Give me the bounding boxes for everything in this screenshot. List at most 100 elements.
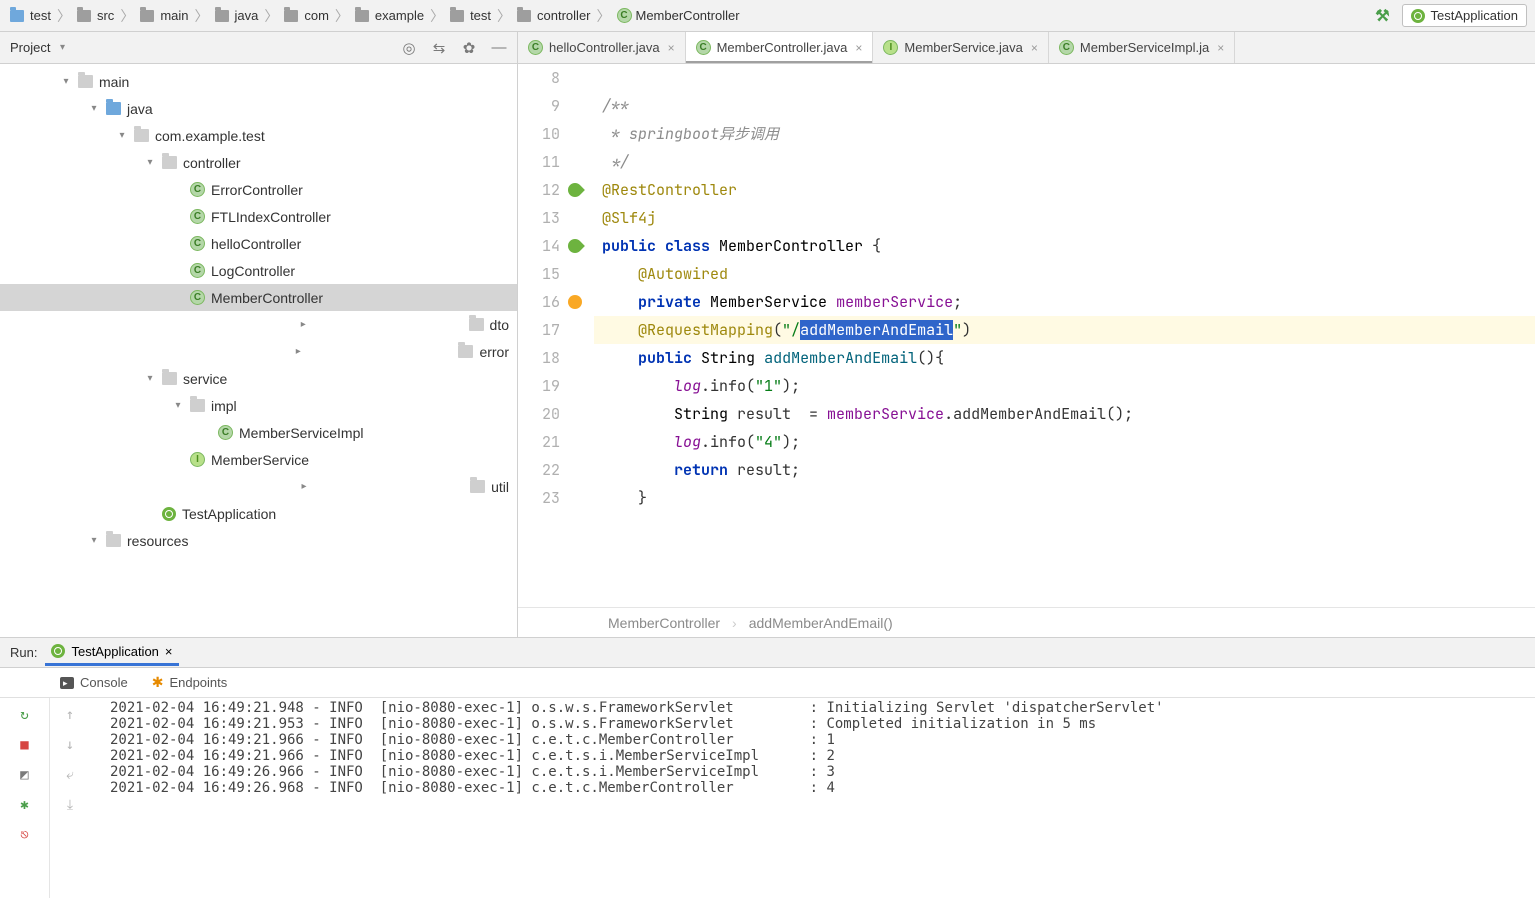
chevron-icon[interactable] bbox=[144, 481, 464, 493]
chevron-icon[interactable] bbox=[88, 535, 100, 547]
breadcrumb-item[interactable]: controller bbox=[515, 8, 592, 23]
editor-tab[interactable]: CMemberController.java× bbox=[686, 32, 874, 63]
tree-item[interactable]: CMemberController bbox=[0, 284, 517, 311]
chevron-icon[interactable] bbox=[200, 427, 212, 439]
tree-item[interactable]: resources bbox=[0, 527, 517, 554]
expand-icon[interactable]: ⇆ bbox=[431, 40, 447, 56]
close-icon[interactable]: × bbox=[855, 41, 862, 55]
chevron-icon[interactable] bbox=[172, 184, 184, 196]
breadcrumb-item[interactable]: test bbox=[448, 8, 493, 23]
tree-item[interactable]: IMemberService bbox=[0, 446, 517, 473]
fld-gray-icon bbox=[134, 129, 149, 142]
editor-tab[interactable]: CMemberServiceImpl.ja× bbox=[1049, 32, 1235, 63]
tree-item[interactable]: TestApplication bbox=[0, 500, 517, 527]
down-icon[interactable]: ↓ bbox=[61, 736, 79, 754]
run-tab-testapplication[interactable]: TestApplication × bbox=[45, 640, 178, 666]
tree-item[interactable]: CFTLIndexController bbox=[0, 203, 517, 230]
hide-icon[interactable]: — bbox=[491, 40, 507, 56]
close-icon[interactable]: × bbox=[668, 41, 675, 55]
code-area[interactable]: /** * springboot异步调用 */@RestController@S… bbox=[594, 64, 1535, 607]
close-icon[interactable]: × bbox=[165, 644, 173, 659]
wrap-icon[interactable]: ⤶ bbox=[61, 766, 79, 784]
breadcrumb-item[interactable]: src bbox=[75, 8, 116, 23]
crumb-method[interactable]: addMemberAndEmail() bbox=[749, 615, 893, 631]
build-icon[interactable]: ⚒ bbox=[1375, 6, 1389, 26]
tree-item[interactable]: ChelloController bbox=[0, 230, 517, 257]
locate-icon[interactable]: ◎ bbox=[401, 40, 417, 56]
exit-icon[interactable]: ⎋ bbox=[16, 826, 34, 844]
close-icon[interactable]: × bbox=[1217, 41, 1224, 55]
spring-bean-icon[interactable] bbox=[565, 236, 585, 256]
spring-bean-icon[interactable] bbox=[565, 180, 585, 200]
editor-tab[interactable]: IMemberService.java× bbox=[873, 32, 1049, 63]
intention-bulb-icon[interactable] bbox=[568, 295, 582, 309]
editor-tab[interactable]: ChelloController.java× bbox=[518, 32, 686, 63]
spring-icon bbox=[51, 644, 65, 658]
crumb-class[interactable]: MemberController bbox=[608, 615, 720, 631]
close-icon[interactable]: × bbox=[1031, 41, 1038, 55]
tree-item[interactable]: CErrorController bbox=[0, 176, 517, 203]
chevron-icon[interactable] bbox=[144, 373, 156, 385]
scroll-icon[interactable]: ⤓ bbox=[61, 796, 79, 814]
tree-item[interactable]: CMemberServiceImpl bbox=[0, 419, 517, 446]
chevron-icon[interactable] bbox=[172, 265, 184, 277]
breadcrumb-item[interactable]: main bbox=[138, 8, 190, 23]
chevron-icon[interactable] bbox=[116, 130, 128, 142]
chevron-icon[interactable] bbox=[144, 157, 156, 169]
class-icon: C bbox=[190, 209, 205, 224]
console-side-buttons: ↑ ↓ ⤶ ⤓ bbox=[50, 698, 90, 898]
chevron-icon[interactable] bbox=[88, 103, 100, 115]
editor-area: ChelloController.java×CMemberController.… bbox=[518, 32, 1535, 637]
tree-item[interactable]: com.example.test bbox=[0, 122, 517, 149]
console-output[interactable]: 2021-02-04 16:49:21.948 - INFO [nio-8080… bbox=[90, 698, 1535, 898]
rerun-icon[interactable]: ↻ bbox=[16, 706, 34, 724]
chevron-icon[interactable] bbox=[60, 76, 72, 88]
tree-item[interactable]: main bbox=[0, 68, 517, 95]
run-tool-window: Run: TestApplication × ▸ Console ✱ Endpo… bbox=[0, 638, 1535, 898]
chevron-icon[interactable] bbox=[144, 319, 463, 331]
tree-item[interactable]: util bbox=[0, 473, 517, 500]
tree-item[interactable]: java bbox=[0, 95, 517, 122]
run-config-selector[interactable]: TestApplication bbox=[1402, 4, 1527, 27]
tree-item[interactable]: service bbox=[0, 365, 517, 392]
fld-res-icon bbox=[106, 534, 121, 547]
endpoints-tab[interactable]: ✱ Endpoints bbox=[152, 674, 228, 691]
gutter-icons bbox=[568, 64, 594, 607]
tree-item[interactable]: error bbox=[0, 338, 517, 365]
tree-item[interactable]: impl bbox=[0, 392, 517, 419]
fld-gray-icon bbox=[162, 156, 177, 169]
up-icon[interactable]: ↑ bbox=[61, 706, 79, 724]
tree-item[interactable]: controller bbox=[0, 149, 517, 176]
class-icon: C bbox=[190, 290, 205, 305]
code-editor[interactable]: 891011121314151617181920212223 /** * spr… bbox=[518, 64, 1535, 607]
console-tab[interactable]: ▸ Console bbox=[60, 675, 128, 690]
project-header: Project ◎ ⇆ ✿ — bbox=[0, 32, 517, 64]
project-dropdown-icon[interactable] bbox=[56, 42, 68, 54]
chevron-icon[interactable] bbox=[172, 238, 184, 250]
debug-icon[interactable]: ✱ bbox=[16, 796, 34, 814]
project-tool-window: Project ◎ ⇆ ✿ — mainjavacom.example.test… bbox=[0, 32, 518, 637]
fld-gray-icon bbox=[458, 345, 473, 358]
chevron-icon[interactable] bbox=[144, 346, 452, 358]
breadcrumb-item[interactable]: CMemberController bbox=[615, 8, 742, 23]
tree-item[interactable]: CLogController bbox=[0, 257, 517, 284]
breadcrumb-item[interactable]: com bbox=[282, 8, 331, 23]
breadcrumb-item[interactable]: java bbox=[213, 8, 261, 23]
breadcrumb-item[interactable]: test bbox=[8, 8, 53, 23]
fld-gray-icon bbox=[190, 399, 205, 412]
tree-item[interactable]: dto bbox=[0, 311, 517, 338]
breadcrumb-item[interactable]: example bbox=[353, 8, 426, 23]
class-icon: C bbox=[190, 263, 205, 278]
run-label: Run: bbox=[10, 645, 37, 660]
fld-gray-icon bbox=[78, 75, 93, 88]
dump-icon[interactable]: ◩ bbox=[16, 766, 34, 784]
chevron-icon[interactable] bbox=[172, 400, 184, 412]
project-tree[interactable]: mainjavacom.example.testcontrollerCError… bbox=[0, 64, 517, 637]
chevron-icon[interactable] bbox=[144, 508, 156, 520]
stop-icon[interactable]: ■ bbox=[16, 736, 34, 754]
file-icon: C bbox=[696, 40, 711, 55]
chevron-icon[interactable] bbox=[172, 211, 184, 223]
chevron-icon[interactable] bbox=[172, 454, 184, 466]
settings-icon[interactable]: ✿ bbox=[461, 40, 477, 56]
chevron-icon[interactable] bbox=[172, 292, 184, 304]
